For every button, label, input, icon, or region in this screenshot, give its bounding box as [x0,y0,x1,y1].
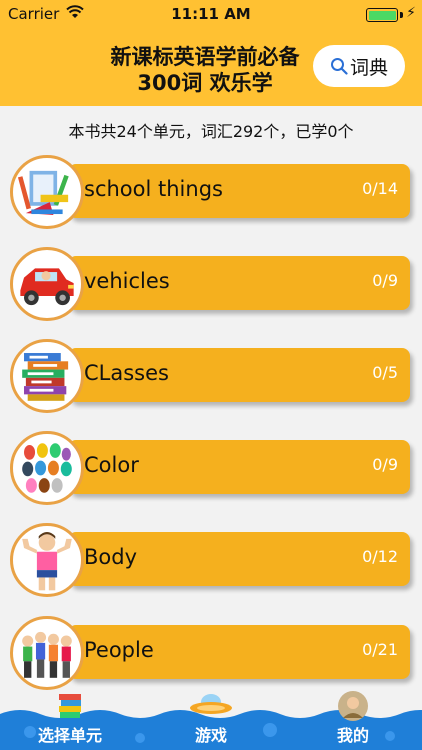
unit-name: vehicles [84,269,170,293]
tab-game[interactable]: 游戏 [168,694,254,750]
body-boy-icon [10,523,84,597]
profile-icon [338,691,368,721]
unit-item-people[interactable]: People 0/21 [10,612,410,698]
battery-icon [366,8,398,22]
tab-label: 游戏 [194,726,227,745]
unit-progress: 0/14 [362,179,398,198]
unit-progress: 0/9 [372,455,398,474]
car-icon [10,247,84,321]
unit-name: Body [84,545,138,569]
people-group-icon [10,616,84,690]
school-supplies-icon [10,155,84,229]
status-bar: Carrier 11:11 AM ⚡ [0,0,422,30]
book-summary: 本书共24个单元，词汇292个，已学0个 [68,122,354,141]
unit-name: school things [84,177,223,201]
unit-progress: 0/5 [372,363,398,382]
status-time: 11:11 AM [171,5,251,23]
unit-item-body[interactable]: Body 0/12 [10,519,410,605]
unit-item-school-things[interactable]: school things 0/14 [10,151,410,237]
battery-tip [400,12,403,18]
unit-name: CLasses [84,361,169,385]
tab-label: 选择单元 [37,726,102,745]
page-title: 新课标英语学前必备300词 欢乐学 [110,45,300,95]
unit-progress: 0/21 [362,640,398,659]
tab-bar: 选择单元 游戏 我的 [0,691,422,750]
books-stack-icon [59,694,81,718]
ufo-icon [190,694,232,714]
search-icon [330,58,348,75]
color-eggs-icon [10,431,84,505]
charging-icon: ⚡ [406,5,416,21]
unit-name: Color [84,453,139,477]
books-icon [10,339,84,413]
unit-item-classes[interactable]: CLasses 0/5 [10,335,410,421]
dictionary-button-label: 词典 [349,57,388,79]
unit-progress: 0/9 [372,271,398,290]
dictionary-button[interactable]: 词典 [313,45,405,87]
tab-label: 我的 [336,726,369,745]
unit-item-vehicles[interactable]: vehicles 0/9 [10,243,410,329]
tab-select-unit[interactable]: 选择单元 [20,694,120,750]
tab-mine[interactable]: 我的 [310,691,396,750]
unit-item-color[interactable]: Color 0/9 [10,427,410,513]
header: Carrier 11:11 AM ⚡ 新课标英语学前必备300词 欢乐学 词典 [0,0,422,106]
unit-progress: 0/12 [362,547,398,566]
unit-name: People [84,638,154,662]
